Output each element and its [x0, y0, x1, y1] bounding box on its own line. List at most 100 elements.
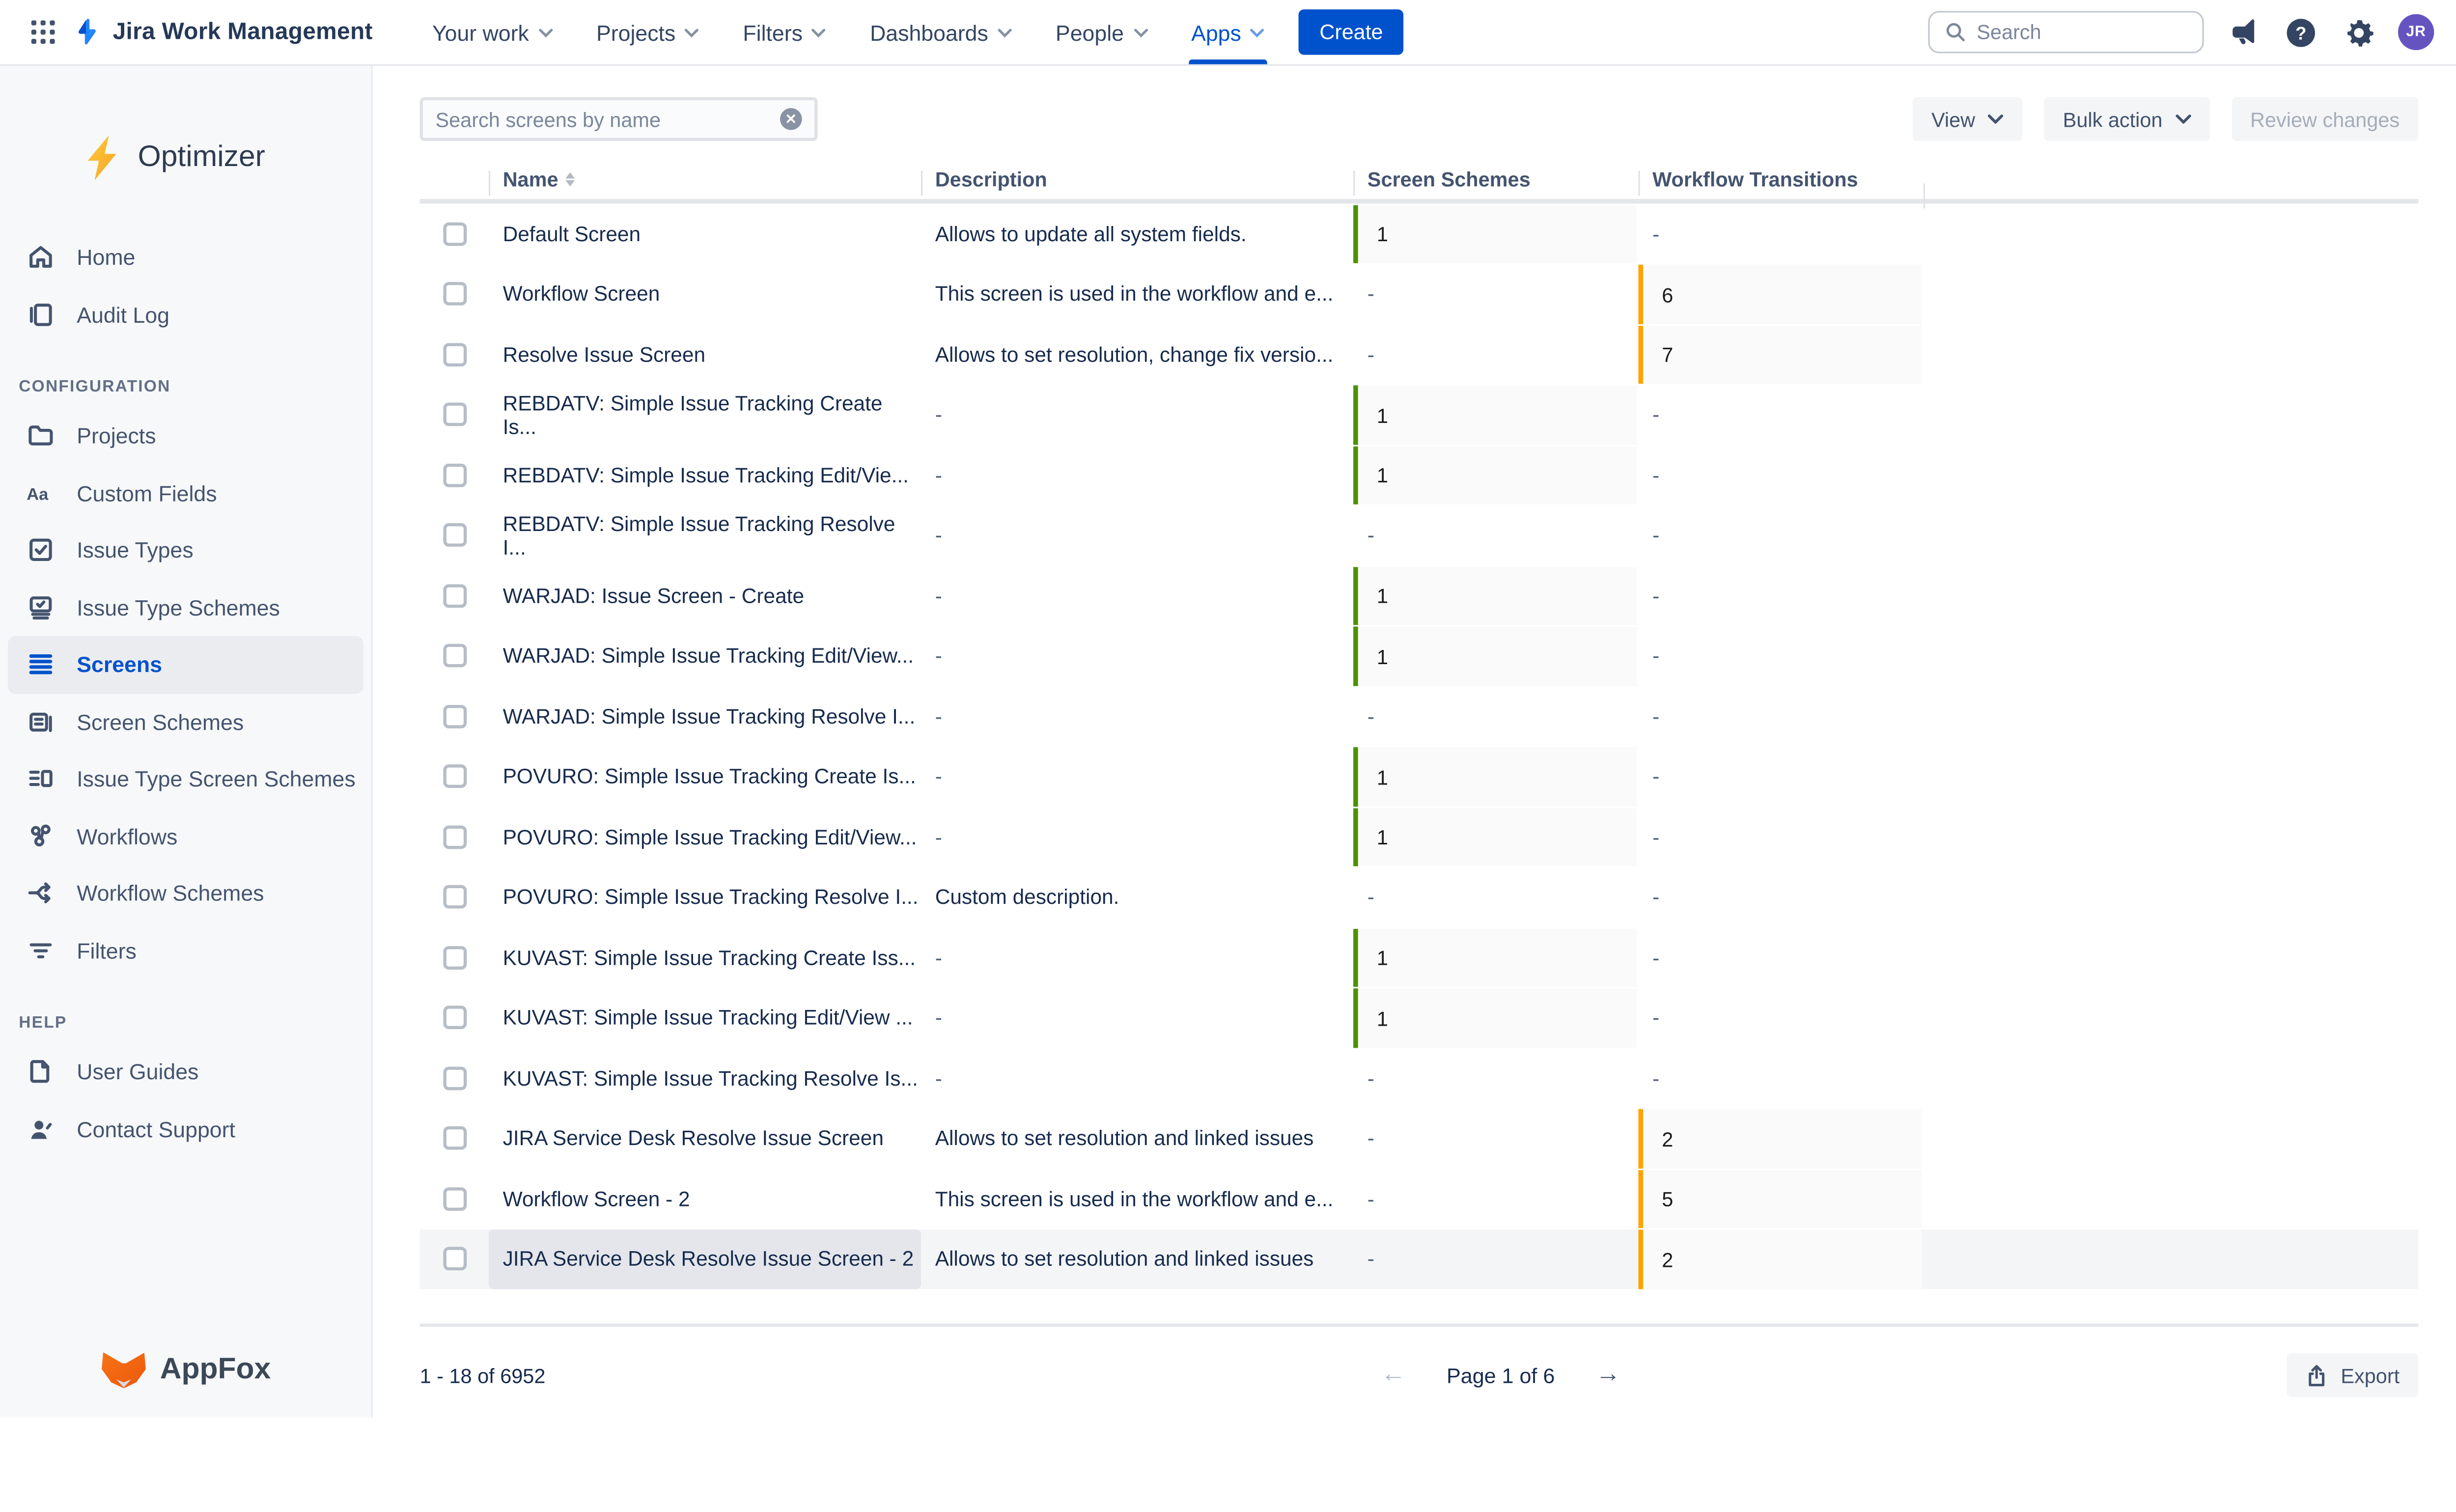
row-checkbox[interactable]	[443, 282, 466, 306]
previous-page-icon[interactable]: ←	[1381, 1363, 1406, 1388]
row-checkbox[interactable]	[443, 704, 466, 728]
screen-schemes-cell: -	[1353, 1229, 1638, 1289]
announcements-icon[interactable]	[2224, 13, 2262, 51]
row-checkbox[interactable]	[443, 343, 466, 366]
row-checkbox[interactable]	[443, 1247, 466, 1271]
row-checkbox-cell	[420, 1229, 489, 1289]
sidebar-item-issue-type-schemes[interactable]: Issue Type Schemes	[8, 579, 363, 636]
empty-value-dash: -	[1368, 1127, 1374, 1150]
help-icon[interactable]: ?	[2282, 13, 2320, 51]
sidebar-item-workflow-schemes[interactable]: Workflow Schemes	[8, 865, 363, 922]
screen-name-cell[interactable]: JIRA Service Desk Resolve Issue Screen	[489, 1108, 921, 1169]
nav-item-filters[interactable]: Filters	[724, 0, 845, 64]
sidebar-item-audit-log[interactable]: Audit Log	[8, 286, 363, 343]
app-switcher-icon[interactable]	[22, 12, 63, 53]
table-row: Workflow ScreenThis screen is used in th…	[420, 264, 2419, 324]
jira-brand[interactable]: Jira Work Management	[72, 17, 373, 47]
screen-name-cell[interactable]: Workflow Screen - 2	[489, 1169, 921, 1229]
sidebar-item-workflows[interactable]: Workflows	[8, 808, 363, 865]
sidebar-item-projects[interactable]: Projects	[8, 407, 363, 464]
row-checkbox[interactable]	[443, 765, 466, 788]
nav-item-dashboards[interactable]: Dashboards	[851, 0, 1031, 64]
screen-name-cell[interactable]: KUVAST: Simple Issue Tracking Resolve Is…	[489, 1048, 921, 1108]
screen-name-cell[interactable]: REBDATV: Simple Issue Tracking Edit/Vie.…	[489, 445, 921, 505]
row-checkbox-cell	[420, 626, 489, 686]
row-checkbox[interactable]	[443, 222, 466, 246]
nav-item-projects[interactable]: Projects	[578, 0, 718, 64]
row-checkbox-cell	[420, 1108, 489, 1169]
screen-name-cell[interactable]: POVURO: Simple Issue Tracking Create Is.…	[489, 746, 921, 807]
sidebar-item-screens[interactable]: Screens	[8, 636, 363, 693]
table-row: REBDATV: Simple Issue Tracking Resolve I…	[420, 505, 2419, 565]
screen-name-cell[interactable]: REBDATV: Simple Issue Tracking Create Is…	[489, 385, 921, 445]
sidebar-item-contact-support[interactable]: Contact Support	[8, 1100, 363, 1157]
nav-item-your-work[interactable]: Your work	[414, 0, 571, 64]
description-cell: -	[921, 988, 1353, 1048]
nav-item-people[interactable]: People	[1037, 0, 1166, 64]
screen-name-cell[interactable]: POVURO: Simple Issue Tracking Edit/View.…	[489, 807, 921, 867]
column-header-name[interactable]: Name	[489, 168, 921, 191]
export-button[interactable]: Export	[2288, 1353, 2419, 1397]
sidebar-help-list: User GuidesContact Support	[0, 1043, 371, 1158]
sidebar-item-issue-types[interactable]: Issue Types	[8, 522, 363, 579]
extra-cell	[1924, 324, 2419, 385]
row-checkbox[interactable]	[443, 885, 466, 909]
screen-name-cell[interactable]: KUVAST: Simple Issue Tracking Edit/View …	[489, 988, 921, 1048]
column-header-screen-schemes: Screen Schemes	[1353, 168, 1638, 191]
screen-name-cell[interactable]: POVURO: Simple Issue Tracking Resolve I.…	[489, 867, 921, 927]
nav-item-label: Apps	[1191, 20, 1241, 45]
sidebar-item-label: Filters	[77, 938, 137, 963]
chevron-down-icon	[1251, 28, 1265, 37]
settings-gear-icon[interactable]	[2340, 13, 2378, 51]
row-checkbox[interactable]	[443, 1187, 466, 1210]
screen-name-cell[interactable]: REBDATV: Simple Issue Tracking Resolve I…	[489, 505, 921, 565]
row-checkbox[interactable]	[443, 463, 466, 487]
row-checkbox[interactable]	[443, 1127, 466, 1150]
sidebar-item-custom-fields[interactable]: AaCustom Fields	[8, 464, 363, 521]
screen-name-cell[interactable]: JIRA Service Desk Resolve Issue Screen -…	[489, 1229, 921, 1289]
screen-name-cell[interactable]: Workflow Screen	[489, 264, 921, 324]
row-checkbox-cell	[420, 927, 489, 988]
sidebar-item-screen-schemes[interactable]: Screen Schemes	[8, 693, 363, 750]
user-avatar[interactable]: JR	[2398, 14, 2434, 50]
sidebar-item-filters[interactable]: Filters	[8, 922, 363, 979]
description-header-label: Description	[935, 168, 1047, 191]
screen-name-cell[interactable]: WARJAD: Simple Issue Tracking Edit/View.…	[489, 626, 921, 686]
workflow-transitions-cell: -	[1638, 445, 1923, 505]
sidebar-item-issue-type-screen-schemes[interactable]: Issue Type Screen Schemes	[8, 750, 363, 807]
brand-title: Jira Work Management	[113, 19, 373, 45]
empty-value-dash: -	[935, 403, 942, 426]
row-checkbox[interactable]	[443, 524, 466, 547]
next-page-icon[interactable]: →	[1595, 1363, 1620, 1388]
global-search-input[interactable]	[1977, 20, 2186, 44]
view-dropdown[interactable]: View	[1913, 97, 2022, 141]
screen-name-cell[interactable]: KUVAST: Simple Issue Tracking Create Iss…	[489, 927, 921, 988]
row-checkbox[interactable]	[443, 644, 466, 668]
sidebar-item-home[interactable]: Home	[8, 229, 363, 286]
chevron-down-icon	[1133, 28, 1147, 37]
nav-item-label: People	[1056, 20, 1124, 45]
screen-name-cell[interactable]: Resolve Issue Screen	[489, 324, 921, 385]
screens-search-field[interactable]: ✕	[420, 97, 818, 141]
row-checkbox[interactable]	[443, 403, 466, 426]
nav-item-label: Your work	[432, 20, 529, 45]
review-changes-button[interactable]: Review changes	[2232, 97, 2419, 141]
nav-item-apps[interactable]: Apps	[1172, 0, 1284, 64]
empty-value-dash: -	[1652, 644, 1659, 668]
workflow-transitions-cell: -	[1638, 565, 1923, 626]
screen-name-cell[interactable]: Default Screen	[489, 204, 921, 264]
row-checkbox[interactable]	[443, 584, 466, 608]
global-search[interactable]	[1928, 11, 2204, 53]
screen-name-cell[interactable]: WARJAD: Issue Screen - Create	[489, 565, 921, 626]
screen-name-cell[interactable]: WARJAD: Simple Issue Tracking Resolve I.…	[489, 686, 921, 747]
bulk-action-dropdown[interactable]: Bulk action	[2044, 97, 2209, 141]
screens-search-input[interactable]	[435, 107, 780, 131]
sidebar-item-user-guides[interactable]: User Guides	[8, 1043, 363, 1100]
row-checkbox[interactable]	[443, 1066, 466, 1090]
row-checkbox[interactable]	[443, 1006, 466, 1030]
row-checkbox[interactable]	[443, 825, 466, 849]
empty-value-dash: -	[1368, 282, 1374, 306]
create-button[interactable]: Create	[1299, 9, 1403, 55]
row-checkbox[interactable]	[443, 946, 466, 969]
clear-search-icon[interactable]: ✕	[780, 108, 802, 130]
